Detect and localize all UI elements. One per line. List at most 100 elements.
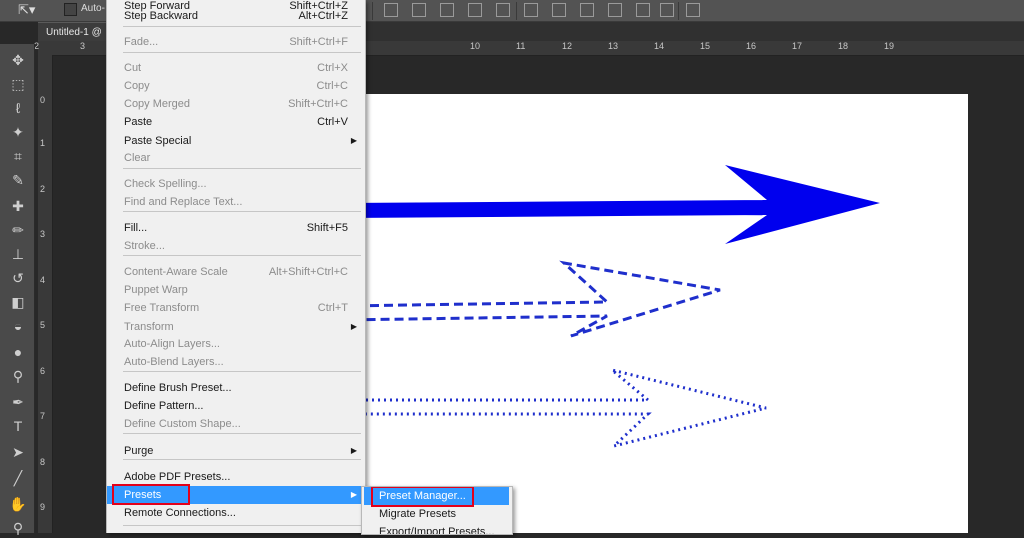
marquee-tool-icon[interactable]: ⬚ [7,74,29,94]
menu-item-label: Fade... [124,36,159,48]
align-horizontal-center-icon[interactable] [496,3,510,17]
menu-item-puppet-warp[interactable]: Puppet Warp [107,281,365,299]
menu-item-paste-special[interactable]: Paste Special ▶ [107,132,365,150]
auto-align-layers-icon[interactable] [686,3,700,17]
menu-item-cut[interactable]: Cut Ctrl+X [107,59,365,77]
menu-item-content-aware-scale[interactable]: Content-Aware Scale Alt+Shift+Ctrl+C [107,263,365,281]
menu-item-free-transform[interactable]: Free Transform Ctrl+T [107,299,365,317]
document-canvas[interactable] [340,94,968,533]
auto-select-label: Auto- [81,3,105,14]
crop-tool-icon[interactable]: ⌗ [7,146,29,166]
menu-item-copy-merged[interactable]: Copy Merged Shift+Ctrl+C [107,95,365,113]
align-bottom-icon[interactable] [440,3,454,17]
ruler-tick-label: 10 [470,41,481,51]
ruler-tick-label: 15 [700,41,711,51]
menu-separator [123,255,361,256]
ruler-tick-label: 3 [40,229,46,239]
align-left-icon[interactable] [468,3,482,17]
menu-item-check-spelling[interactable]: Check Spelling... [107,175,365,193]
line-tool-icon[interactable]: ╱ [7,468,29,488]
dodge-tool-icon[interactable]: ⚲ [7,366,29,386]
move-tool-icon[interactable]: ✥ [7,50,29,70]
menu-item-label: Paste [124,116,153,128]
menu-item-auto-blend-layers[interactable]: Auto-Blend Layers... [107,353,365,371]
hand-tool-icon[interactable]: ✋ [7,494,29,514]
menu-item-label: Copy Merged [124,98,191,110]
menu-item-define-brush-preset[interactable]: Define Brush Preset... [107,379,365,397]
menu-item-shortcut: Ctrl+C [316,80,348,92]
move-tool-icon[interactable]: ⇱▾ [18,2,54,18]
menu-item-fade[interactable]: Fade... Shift+Ctrl+F [107,33,365,51]
menu-item-shortcut: Alt+Shift+Ctrl+C [268,266,348,278]
menu-item-define-custom-shape[interactable]: Define Custom Shape... [107,415,365,433]
align-vertical-center-icon[interactable] [412,3,426,17]
menu-item-label: Auto-Blend Layers... [124,356,224,368]
ruler-tick-label: 18 [838,41,849,51]
menu-item-label: Define Custom Shape... [124,418,241,430]
menu-item-label: Clear [124,152,151,164]
edit-menu: Step Forward Shift+Ctrl+Z Step Backward Alt… [106,0,366,533]
submenu-arrow-icon: ▶ [350,490,357,499]
ruler-tick-label: 9 [40,502,46,512]
zoom-tool-icon[interactable]: ⚲ [7,518,29,538]
distribute-right-icon[interactable] [660,3,674,17]
menu-item-remote-connections[interactable]: Remote Connections... [107,504,365,522]
ruler-tick-label: 11 [516,41,526,51]
dashed-arrow [340,260,721,338]
submenu-item-export-import-presets[interactable]: Export/Import Presets... [364,523,509,534]
menu-item-label: Free Transform [124,302,200,314]
menu-item-step-backward[interactable]: Step Backward Alt+Ctrl+Z [107,7,365,25]
menu-item-auto-align-layers[interactable]: Auto-Align Layers... [107,335,365,353]
menu-item-fill[interactable]: Fill... Shift+F5 [107,219,365,237]
path-selection-tool-icon[interactable]: ➤ [7,442,29,462]
distribute-bottom-icon[interactable] [580,3,594,17]
type-tool-icon[interactable]: T [7,416,29,436]
menu-item-define-pattern[interactable]: Define Pattern... [107,397,365,415]
menu-item-clear[interactable]: Clear [107,149,365,167]
paint-bucket-tool-icon[interactable]: ◒ [7,316,29,336]
submenu-item-preset-manager[interactable]: Preset Manager... [364,487,509,505]
menu-item-shortcut: Ctrl+X [317,62,348,74]
pen-tool-icon[interactable]: ✒ [7,392,29,412]
menu-item-label: Auto-Align Layers... [124,338,220,350]
menu-item-label: Presets [124,489,162,501]
menu-item-presets[interactable]: Presets ▶ [107,486,365,504]
blur-tool-icon[interactable]: ● [7,342,29,362]
history-brush-tool-icon[interactable]: ↺ [7,268,29,288]
menu-item-label: Copy [124,80,150,92]
align-top-icon[interactable] [384,3,398,17]
ruler-tick-label: 6 [40,366,46,376]
eyedropper-tool-icon[interactable]: ✎ [7,170,29,190]
submenu-item-migrate-presets[interactable]: Migrate Presets [364,505,509,523]
brush-tool-icon[interactable]: ✏ [7,220,29,240]
ruler-tick-label: 17 [792,41,803,51]
eraser-tool-icon[interactable]: ◧ [7,292,29,312]
menu-item-copy[interactable]: Copy Ctrl+C [107,77,365,95]
options-separator [372,2,373,20]
menu-item-shortcut: Shift+Ctrl+C [288,98,348,110]
auto-select-checkbox[interactable] [64,3,77,16]
distribute-horizontal-center-icon[interactable] [636,3,650,17]
options-separator [678,2,679,20]
healing-brush-tool-icon[interactable]: ✚ [7,196,29,216]
menu-item-transform[interactable]: Transform ▶ [107,318,365,336]
ruler-tick-label: 19 [884,41,895,51]
lasso-tool-icon[interactable]: ℓ [7,98,29,118]
menu-item-label: Adobe PDF Presets... [124,471,231,483]
menu-item-shortcut: Ctrl+T [317,302,348,314]
ruler-tick-label: 2 [40,184,46,194]
menu-item-stroke[interactable]: Stroke... [107,237,365,255]
submenu-arrow-icon: ▶ [350,322,357,331]
distribute-top-icon[interactable] [524,3,538,17]
menu-item-find-and-replace-text[interactable]: Find and Replace Text... [107,193,365,211]
menu-item-paste[interactable]: Paste Ctrl+V [107,113,365,131]
clone-stamp-tool-icon[interactable]: ⊥ [7,244,29,264]
menu-item-adobe-pdf-presets[interactable]: Adobe PDF Presets... [107,468,365,486]
magic-wand-tool-icon[interactable]: ✦ [7,122,29,142]
distribute-vertical-center-icon[interactable] [552,3,566,17]
menu-item-label: Define Brush Preset... [124,382,232,394]
menu-item-purge[interactable]: Purge ▶ [107,442,365,460]
distribute-left-icon[interactable] [608,3,622,17]
ruler-tick-label: 4 [40,275,46,285]
menu-item-label: Stroke... [124,240,165,252]
